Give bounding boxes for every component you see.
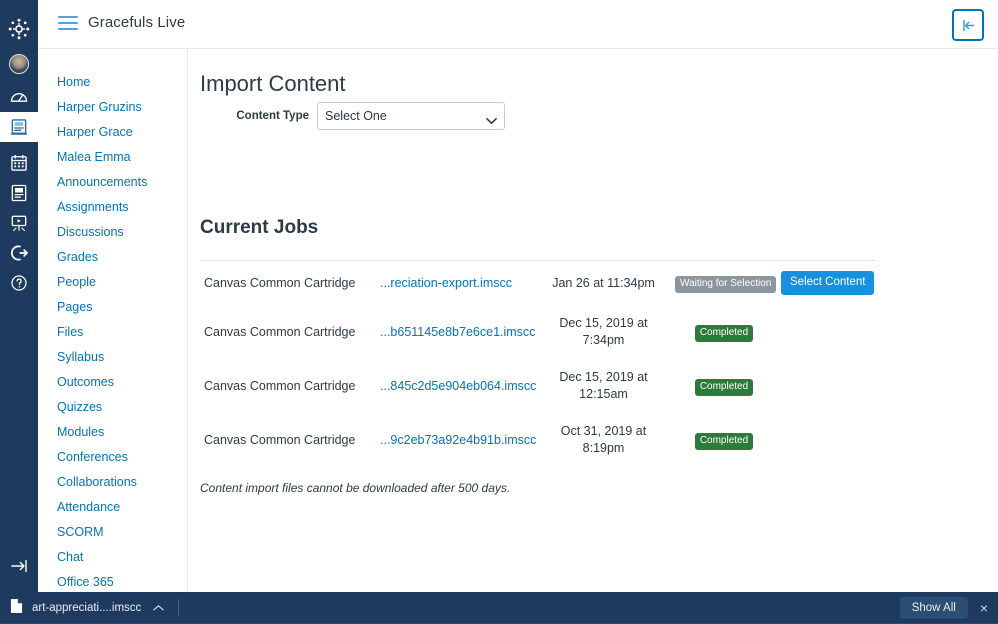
import-content-heading: Import Content — [200, 71, 346, 96]
sidebar-item-announcements[interactable]: Announcements — [38, 170, 187, 195]
page-title: Gracefuls Live — [88, 14, 186, 31]
file-icon — [10, 598, 23, 619]
help-icon[interactable] — [0, 268, 38, 298]
close-icon[interactable]: × — [980, 601, 988, 615]
chevron-up-icon[interactable] — [153, 599, 164, 617]
status-badge: Completed — [694, 432, 754, 450]
course-header-bar: Gracefuls Live — [38, 0, 998, 49]
expand-nav-icon[interactable] — [0, 556, 38, 576]
sidebar-item-home[interactable]: Home — [38, 70, 187, 95]
download-item[interactable]: art-appreciati....imscc — [0, 592, 164, 624]
sidebar-item-people[interactable]: People — [38, 270, 187, 295]
table-row: Canvas Common Cartridge ...9c2eb73a92e4b… — [200, 413, 876, 467]
hamburger-line — [58, 16, 78, 18]
job-date: Dec 15, 2019 at 7:34pm — [559, 316, 648, 347]
sidebar-item-quizzes[interactable]: Quizzes — [38, 395, 187, 420]
sidebar-item-modules[interactable]: Modules — [38, 420, 187, 445]
job-action-cell — [777, 413, 876, 467]
global-navigation — [0, 0, 38, 592]
download-shelf-actions: Show All × — [899, 597, 998, 619]
status-badge: Waiting for Selection — [675, 275, 777, 293]
job-action-cell — [777, 305, 876, 359]
job-type: Canvas Common Cartridge — [204, 275, 356, 290]
sidebar-item-discussions[interactable]: Discussions — [38, 220, 187, 245]
sidebar-item-malea-emma[interactable]: Malea Emma — [38, 145, 187, 170]
collapse-nav-button[interactable] — [952, 9, 984, 41]
collapse-left-icon — [962, 19, 974, 31]
sidebar-item-outcomes[interactable]: Outcomes — [38, 370, 187, 395]
hamburger-line — [58, 22, 78, 24]
job-file-cell: ...b651145e8b7e6ce1.imscc — [376, 305, 536, 359]
sidebar-item-assignments[interactable]: Assignments — [38, 195, 187, 220]
sidebar-item-syllabus[interactable]: Syllabus — [38, 345, 187, 370]
job-file-cell: ...reciation-export.imscc — [376, 261, 536, 306]
jobs-footnote: Content import files cannot be downloade… — [200, 481, 511, 495]
content-type-label: Content Type — [236, 110, 309, 122]
job-status-cell: Completed — [671, 413, 777, 467]
download-filename: art-appreciati....imscc — [32, 602, 142, 614]
job-action-cell — [777, 359, 876, 413]
job-status-cell: Completed — [671, 359, 777, 413]
content-type-select[interactable]: Select One — [317, 102, 505, 130]
hamburger-line — [58, 28, 78, 30]
inbox-icon[interactable] — [0, 178, 38, 208]
select-content-button[interactable]: Select Content — [781, 271, 875, 295]
course-navigation: Home Harper Gruzins Harper Grace Malea E… — [38, 49, 188, 592]
content-type-form-row: Content Type Select One — [188, 102, 505, 130]
account-avatar[interactable] — [0, 46, 38, 82]
sidebar-item-harper-grace[interactable]: Harper Grace — [38, 120, 187, 145]
sidebar-item-harper-gruzins[interactable]: Harper Gruzins — [38, 95, 187, 120]
table-row: Canvas Common Cartridge ...845c2d5e904eb… — [200, 359, 876, 413]
job-status-cell: Waiting for Selection — [671, 261, 777, 306]
jobs-table-body: Canvas Common Cartridge ...reciation-exp… — [200, 261, 876, 468]
job-file-link[interactable]: ...reciation-export.imscc — [380, 276, 512, 290]
job-file-link[interactable]: ...845c2d5e904eb064.imscc — [380, 379, 536, 393]
sidebar-item-conferences[interactable]: Conferences — [38, 445, 187, 470]
status-badge: Completed — [694, 324, 754, 342]
job-date: Jan 26 at 11:34pm — [552, 275, 655, 290]
job-type: Canvas Common Cartridge — [204, 378, 356, 393]
commons-icon[interactable] — [0, 238, 38, 268]
download-shelf: art-appreciati....imscc Show All × — [0, 592, 998, 624]
main-content: Import Content Content Type Select One C… — [188, 49, 998, 592]
dashboard-icon[interactable] — [0, 82, 38, 112]
sidebar-item-attendance[interactable]: Attendance — [38, 495, 187, 520]
table-row: Canvas Common Cartridge ...reciation-exp… — [200, 261, 876, 306]
job-action-cell: Select Content — [777, 261, 876, 306]
calendar-icon[interactable] — [0, 148, 38, 178]
sidebar-item-pages[interactable]: Pages — [38, 295, 187, 320]
content-type-select-wrap: Select One — [317, 102, 505, 130]
job-file-cell: ...9c2eb73a92e4b91b.imscc — [376, 413, 536, 467]
job-file-cell: ...845c2d5e904eb064.imscc — [376, 359, 536, 413]
job-date: Oct 31, 2019 at 8:19pm — [560, 424, 647, 455]
job-file-link[interactable]: ...9c2eb73a92e4b91b.imscc — [380, 433, 536, 447]
sidebar-item-files[interactable]: Files — [38, 320, 187, 345]
show-all-downloads-button[interactable]: Show All — [899, 597, 968, 619]
studio-icon[interactable] — [0, 208, 38, 238]
shelf-divider — [178, 599, 180, 617]
job-type: Canvas Common Cartridge — [204, 432, 356, 447]
courses-icon[interactable] — [0, 112, 38, 142]
avatar-image — [9, 54, 29, 74]
canvas-import-content-page: Gracefuls Live Home Harper Gruzins Harpe… — [0, 0, 998, 624]
job-type: Canvas Common Cartridge — [204, 324, 356, 339]
sidebar-item-chat[interactable]: Chat — [38, 545, 187, 570]
hamburger-menu-icon[interactable] — [58, 16, 78, 30]
job-file-link[interactable]: ...b651145e8b7e6ce1.imscc — [380, 325, 535, 339]
status-badge: Completed — [694, 378, 754, 396]
current-jobs-heading: Current Jobs — [200, 217, 319, 238]
job-status-cell: Completed — [671, 305, 777, 359]
sidebar-item-collaborations[interactable]: Collaborations — [38, 470, 187, 495]
sidebar-item-grades[interactable]: Grades — [38, 245, 187, 270]
table-row: Canvas Common Cartridge ...b651145e8b7e6… — [200, 305, 876, 359]
job-date: Dec 15, 2019 at 12:15am — [559, 370, 648, 401]
sidebar-item-scorm[interactable]: SCORM — [38, 520, 187, 545]
canvas-logo-icon[interactable] — [0, 12, 38, 46]
current-jobs-table: Canvas Common Cartridge ...reciation-exp… — [200, 259, 876, 467]
